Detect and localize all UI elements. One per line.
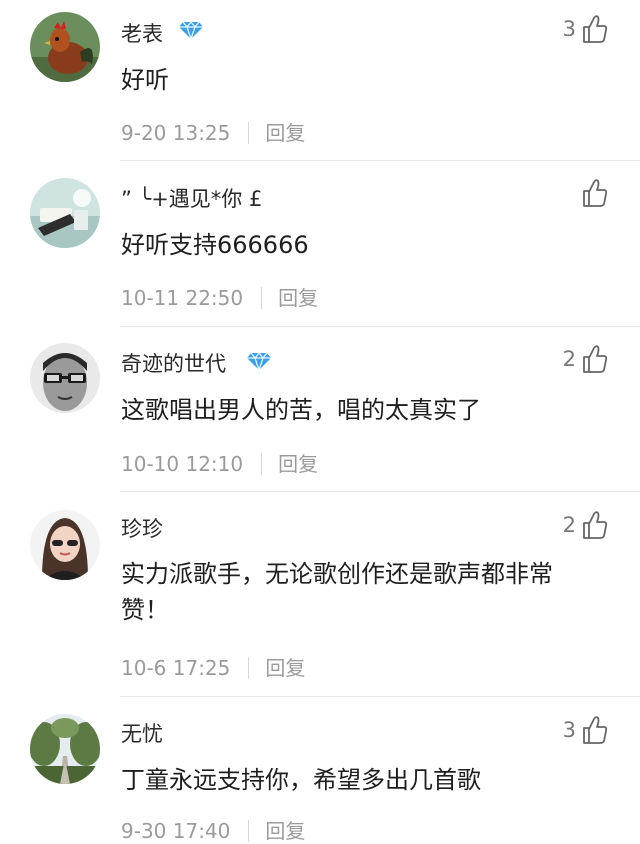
- comment-meta: 9-30 17:40 回复: [121, 815, 305, 844]
- comment-item: 无忧 3 丁童永远支持你，希望多出几首歌 9-30 17:40 回复: [0, 0, 640, 843]
- thumbs-up-icon: [583, 716, 608, 744]
- meta-divider: [248, 820, 250, 842]
- avatar-trees[interactable]: [30, 714, 100, 784]
- like-button[interactable]: 3: [563, 713, 608, 747]
- commenter-name[interactable]: 无忧: [121, 718, 163, 748]
- trees-avatar-image: [30, 714, 100, 784]
- reply-button[interactable]: 回复: [265, 819, 305, 843]
- like-count: 3: [562, 718, 576, 742]
- comment-text: 丁童永远支持你，希望多出几首歌: [121, 766, 481, 794]
- comment-time: 9-30 17:40: [121, 819, 231, 843]
